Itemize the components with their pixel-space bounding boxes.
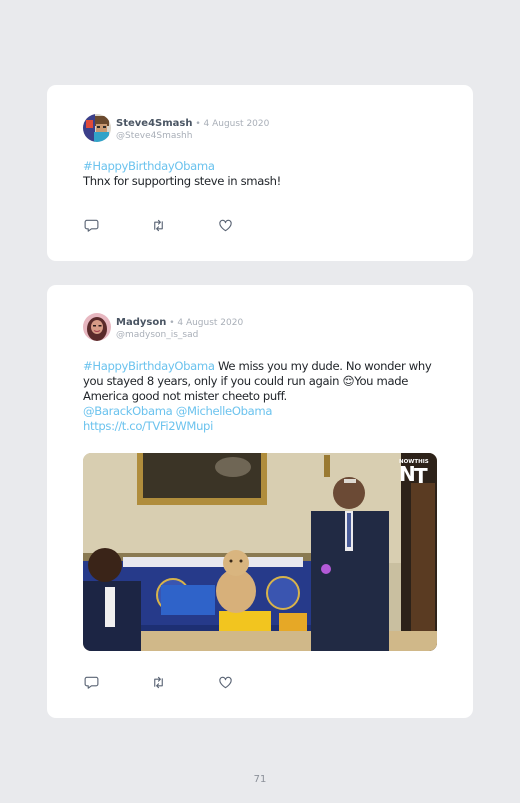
tweet-url-link[interactable]: https://t.co/TVFi2WMupi <box>83 419 213 433</box>
like-icon <box>218 676 232 688</box>
media-photo: NOWTHIS N T <box>83 453 437 651</box>
tweet-date: 4 August 2020 <box>203 119 270 129</box>
svg-text:T: T <box>414 464 428 488</box>
retweet-button[interactable] <box>150 217 166 233</box>
author-name[interactable]: Steve4Smash <box>116 118 192 129</box>
author-handle[interactable]: @madyson_is_sad <box>116 329 243 341</box>
author-handle[interactable]: @Steve4Smashh <box>116 130 269 142</box>
relieved-emoji: 😌 <box>342 374 355 388</box>
tweet-media-image[interactable]: NOWTHIS N T <box>83 453 437 651</box>
like-button[interactable] <box>217 674 233 690</box>
tweet-meta: Steve4Smash • 4 August 2020 @Steve4Smash… <box>116 114 269 142</box>
retweet-icon <box>153 676 163 688</box>
hashtag-link[interactable]: #HappyBirthdayObama <box>83 159 215 173</box>
reply-button[interactable] <box>83 217 99 233</box>
like-icon <box>218 219 232 231</box>
meta-separator: • <box>192 119 204 129</box>
tweet-text: #HappyBirthdayObama Thnx for supporting … <box>83 159 443 189</box>
mention-links[interactable]: @BarackObama @MichelleObama <box>83 404 272 418</box>
tweet-date: 4 August 2020 <box>177 318 244 328</box>
tweet-header: Madyson • 4 August 2020 @madyson_is_sad <box>83 313 243 341</box>
avatar[interactable] <box>83 313 111 341</box>
like-button[interactable] <box>217 217 233 233</box>
tweet-meta: Madyson • 4 August 2020 @madyson_is_sad <box>116 313 243 341</box>
reply-icon <box>84 219 98 232</box>
tweet-card: Madyson • 4 August 2020 @madyson_is_sad … <box>47 285 473 718</box>
reply-button[interactable] <box>83 674 99 690</box>
meta-separator: • <box>166 318 178 328</box>
reply-icon <box>84 676 98 689</box>
hashtag-link[interactable]: #HappyBirthdayObama <box>83 359 215 373</box>
tweet-card: Steve4Smash • 4 August 2020 @Steve4Smash… <box>47 85 473 261</box>
author-name[interactable]: Madyson <box>116 317 166 328</box>
tweet-actions <box>83 217 284 233</box>
tweet-text: #HappyBirthdayObama We miss you my dude.… <box>83 359 443 434</box>
retweet-button[interactable] <box>150 674 166 690</box>
tweet-actions <box>83 674 284 690</box>
retweet-icon <box>153 219 163 231</box>
tweet-body-text: Thnx for supporting steve in smash! <box>83 174 281 188</box>
tweet-header: Steve4Smash • 4 August 2020 @Steve4Smash… <box>83 114 269 142</box>
page-number: 71 <box>253 774 267 785</box>
avatar[interactable] <box>83 114 111 142</box>
